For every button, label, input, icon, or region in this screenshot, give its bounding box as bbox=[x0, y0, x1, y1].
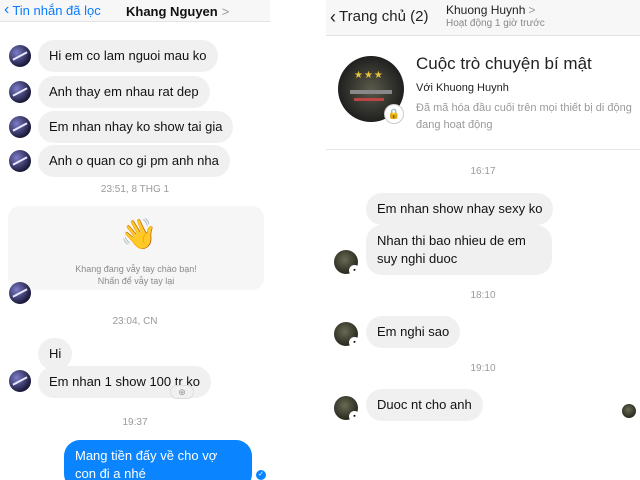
secret-title: Cuộc trò chuyện bí mật bbox=[416, 54, 592, 73]
timestamp: 19:37 bbox=[122, 417, 148, 428]
chevron-left-icon: ‹ bbox=[4, 1, 10, 18]
incoming-message[interactable]: Em nhan nhay ko show tai gia bbox=[38, 111, 234, 143]
secret-with: Với Khuong Huynh bbox=[416, 82, 509, 94]
avatar[interactable]: ▪ bbox=[334, 396, 360, 422]
incoming-message[interactable]: Hi em co lam nguoi mau ko bbox=[38, 40, 218, 72]
secret-conversation-card: ★★★ 🔒 Cuộc trò chuyện bí mật Với Khuong … bbox=[326, 36, 640, 150]
timestamp: 18:10 bbox=[470, 290, 496, 301]
outgoing-message[interactable]: Mang tiền đấy về cho vợ con đi a nhé bbox=[64, 440, 252, 480]
avatar[interactable]: ▪ bbox=[334, 322, 360, 348]
incoming-message[interactable]: Anh thay em nhau rat dep bbox=[38, 76, 210, 108]
photo-detail bbox=[354, 98, 384, 101]
incoming-message[interactable]: Duoc nt cho anh bbox=[366, 389, 483, 421]
back-label: Trang chủ (2) bbox=[339, 8, 429, 25]
photo-detail bbox=[350, 90, 392, 94]
wave-text: Khang đang vẫy tay chào bạn! bbox=[75, 264, 197, 274]
avatar[interactable] bbox=[9, 282, 31, 304]
back-label: Tin nhắn đã lọc bbox=[12, 2, 101, 18]
encryption-note: Đã mã hóa đầu cuối trên mọi thiết bị di … bbox=[416, 102, 632, 131]
stars-icon: ★★★ bbox=[354, 70, 384, 81]
chat-header: ‹ Tin nhắn đã lọc Khang Nguyen > bbox=[0, 0, 270, 22]
contact-name-text: Khuong Huynh bbox=[446, 3, 526, 17]
timestamp: 23:04, CN bbox=[112, 316, 158, 327]
chevron-right-icon: > bbox=[528, 3, 536, 17]
incoming-message[interactable]: Anh o quan co gi pm anh nha bbox=[38, 145, 230, 177]
back-button[interactable]: ‹ Tin nhắn đã lọc bbox=[4, 2, 101, 18]
divider-gap bbox=[270, 0, 326, 480]
incoming-message[interactable]: Em nhan show nhay sexy ko bbox=[366, 193, 554, 225]
incoming-message[interactable]: Em nghi sao bbox=[366, 316, 461, 348]
chat-header: ‹ Trang chủ (2) Khuong Huynh > Hoạt động … bbox=[326, 0, 640, 36]
left-chat-pane: ‹ Tin nhắn đã lọc Khang Nguyen > Hi em co… bbox=[0, 0, 270, 480]
lock-icon: ▪ bbox=[349, 411, 360, 422]
contact-name[interactable]: Khang Nguyen > bbox=[126, 4, 229, 19]
avatar[interactable] bbox=[9, 116, 31, 138]
lock-icon: ▪ bbox=[349, 265, 360, 276]
avatar[interactable] bbox=[9, 370, 31, 392]
chevron-right-icon: > bbox=[221, 4, 230, 19]
avatar[interactable] bbox=[9, 45, 31, 67]
chevron-left-icon: ‹ bbox=[330, 6, 336, 27]
timestamp: 16:17 bbox=[470, 166, 496, 177]
contact-name-text: Khang Nguyen bbox=[126, 4, 218, 19]
waving-hand-icon: 👋 bbox=[120, 218, 158, 251]
back-button[interactable]: ‹ Trang chủ (2) bbox=[330, 6, 429, 27]
right-chat-pane: ‹ Trang chủ (2) Khuong Huynh > Hoạt động … bbox=[326, 0, 640, 480]
active-status: Hoạt động 1 giờ trước bbox=[446, 18, 545, 29]
avatar[interactable] bbox=[9, 150, 31, 172]
contact-name[interactable]: Khuong Huynh > bbox=[446, 3, 535, 17]
lock-icon: 🔒 bbox=[384, 104, 404, 124]
read-receipt-icon: ✓ bbox=[256, 470, 266, 480]
wave-hint: Nhấn để vẫy tay lại bbox=[97, 276, 175, 286]
incoming-message[interactable]: Nhan thi bao nhieu de em suy nghi duoc bbox=[366, 225, 552, 275]
seen-avatar bbox=[622, 404, 636, 418]
add-reaction-icon[interactable]: ⊕ bbox=[170, 385, 194, 399]
lock-icon: ▪ bbox=[349, 337, 360, 348]
avatar[interactable] bbox=[9, 81, 31, 103]
avatar[interactable]: ▪ bbox=[334, 250, 360, 276]
timestamp: 23:51, 8 THG 1 bbox=[100, 184, 170, 195]
wave-card[interactable]: 👋 Khang đang vẫy tay chào bạn! Nhấn để v… bbox=[8, 206, 264, 290]
timestamp: 19:10 bbox=[470, 363, 496, 374]
